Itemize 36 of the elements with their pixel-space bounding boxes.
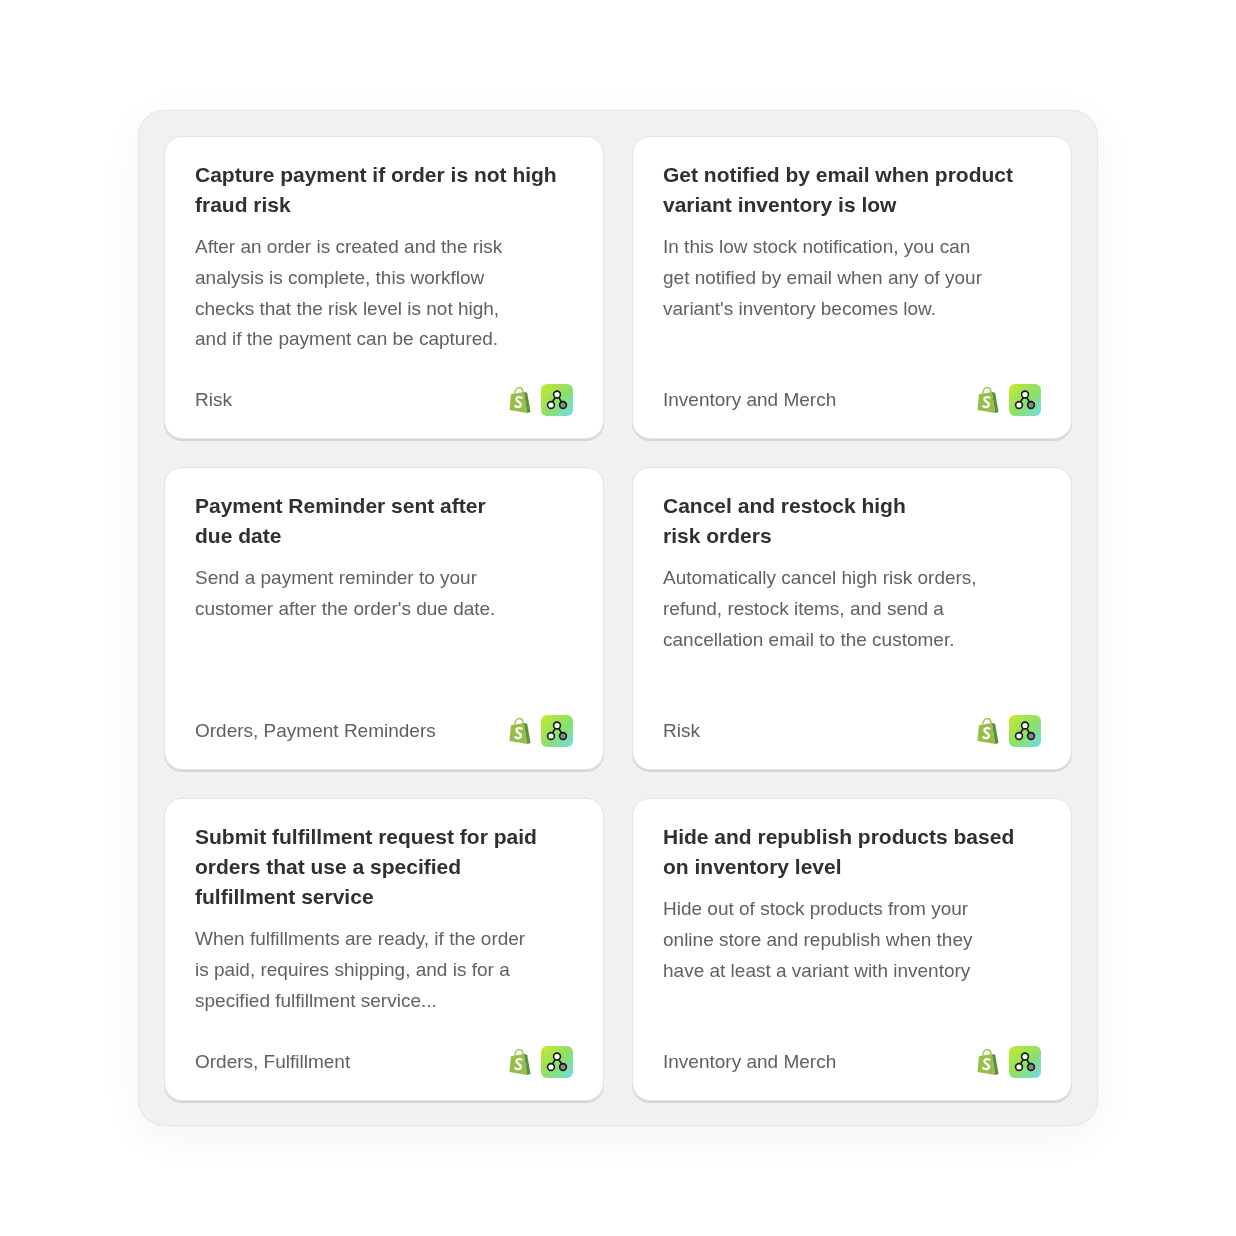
category-label: Risk	[663, 719, 700, 743]
card-description: Send a payment reminder to your customer after the order's due date.	[195, 566, 496, 621]
shopping-bag-icon	[509, 1048, 532, 1076]
card-description: After an order is created and the risk analysis is complete, this workflow checks that the risk level is not high, and if the payment can be captured.	[195, 235, 503, 352]
connected-nodes-icon	[1009, 1046, 1041, 1078]
connected-nodes-icon	[541, 1046, 573, 1078]
category-label: Orders, Payment Reminders	[195, 719, 436, 743]
connected-nodes-icon	[541, 384, 573, 416]
card-title: Submit fulfillment request for paid orders that use a specified fulfillment service	[195, 824, 537, 910]
shopping-bag-icon	[509, 717, 532, 745]
card-title: Get notified by email when product variant inventory is low	[663, 162, 1014, 218]
card-description: When fulfillments are ready, if the order is paid, requires shipping, and is for a specified fulfillment service...	[195, 927, 526, 1013]
shopping-bag-icon	[977, 1048, 1000, 1076]
card-description: Automatically cancel high risk orders, refund, restock items, and send a cancellation email to the customer.	[663, 566, 977, 652]
shopping-bag-icon	[977, 386, 1000, 414]
card-description: In this low stock notification, you can get notified by email when any of your variant's inventory becomes low.	[663, 235, 982, 321]
connected-nodes-icon	[541, 715, 573, 747]
template-card[interactable]: Hide and republish products based on inventory level Hide out of stock products from your online store and republish when they have at least a variant with inventory Inventory and Merch	[632, 798, 1072, 1101]
shopping-bag-icon	[509, 386, 532, 414]
template-card[interactable]	[164, 798, 604, 1101]
template-card[interactable]: Payment Reminder sent after due date Send a payment reminder to your customer after the order's due date. Orders, Payment Reminders	[164, 467, 604, 770]
connected-nodes-icon	[1009, 384, 1041, 416]
card-description: Hide out of stock products from your online store and republish when they have at least a variant with inventory	[663, 897, 973, 983]
card-title: Cancel and restock high risk orders	[663, 493, 906, 549]
card-title: Payment Reminder sent after due date	[195, 493, 486, 549]
card-title: Hide and republish products based on inventory level	[663, 824, 1015, 880]
category-label: Inventory and Merch	[663, 388, 837, 412]
template-card[interactable]: Get notified by email when product variant inventory is low In this low stock notification, you can get notified by email when any of your variant's inventory becomes low. Inventory and Merch	[632, 136, 1072, 439]
category-label: Risk	[195, 388, 232, 412]
category-label: Orders, Fulfillment	[195, 1050, 351, 1074]
connected-nodes-icon	[1009, 715, 1041, 747]
card-title: Capture payment if order is not high fraud risk	[195, 162, 557, 218]
template-card[interactable]	[164, 136, 604, 439]
category-label: Inventory and Merch	[663, 1050, 837, 1074]
template-card[interactable]: Cancel and restock high risk orders Automatically cancel high risk orders, refund, restock items, and send a cancellation email to the customer. Risk	[632, 467, 1072, 770]
shopping-bag-icon	[977, 717, 1000, 745]
